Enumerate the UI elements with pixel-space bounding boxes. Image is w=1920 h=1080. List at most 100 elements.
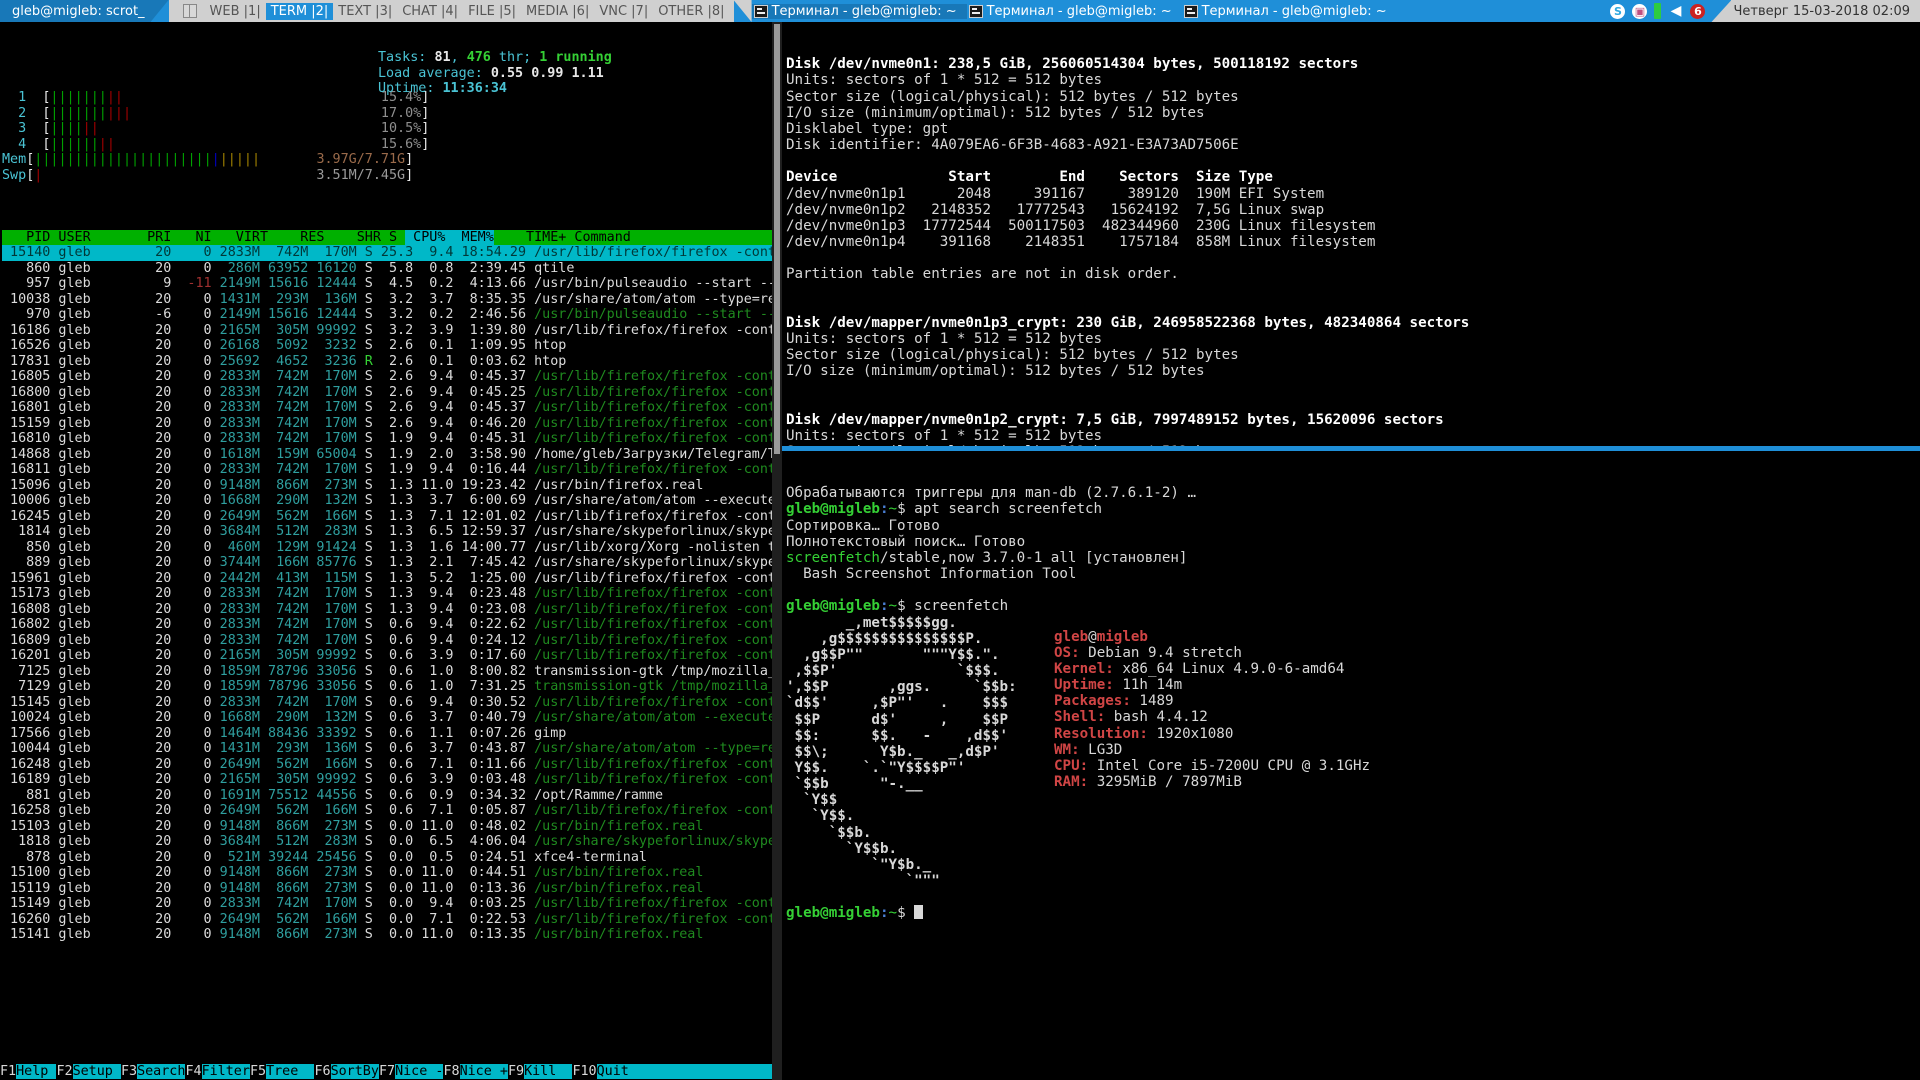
process-virt: 286M [211, 260, 260, 276]
workspace-8[interactable]: OTHER |8| [653, 3, 729, 20]
htop-function-key-bar[interactable]: F1Help F2Setup F3SearchF4FilterF5Tree F6… [0, 1063, 772, 1080]
fkey-help-label[interactable]: Help [16, 1064, 57, 1079]
workspace-2[interactable]: TERM |2| [265, 2, 334, 20]
taskbar-window-2[interactable]: Терминал - gleb@migleb: ~ [967, 4, 1182, 19]
fkey-number[interactable]: F1 [0, 1064, 17, 1079]
fkey-number[interactable]: F2 [56, 1064, 73, 1079]
htop-process-row[interactable]: 15149 gleb 20 0 2833M 742M 170M S 0.0 9.… [2, 896, 772, 912]
htop-process-row[interactable]: 889 gleb 20 0 3744M 166M 85776 S 1.3 2.1… [2, 555, 772, 571]
htop-process-row[interactable]: 16805 gleb 20 0 2833M 742M 170M S 2.6 9.… [2, 369, 772, 385]
htop-process-row[interactable]: 17566 gleb 20 0 1464M 88436 33392 S 0.6 … [2, 726, 772, 742]
fkey-number[interactable]: F5 [249, 1064, 267, 1079]
htop-process-row[interactable]: 16245 gleb 20 0 2649M 562M 166M S 1.3 7.… [2, 509, 772, 525]
htop-process-row[interactable]: 15096 gleb 20 0 9148M 866M 273M S 1.3 11… [2, 478, 772, 494]
fkey-number[interactable]: F10 [572, 1064, 597, 1079]
process-ni: 0 [171, 415, 212, 431]
taskbar-window-1[interactable]: Терминал - gleb@migleb: ~ [751, 3, 967, 19]
workspace-5[interactable]: FILE |5| [463, 3, 521, 20]
htop-process-row[interactable]: 15159 gleb 20 0 2833M 742M 170M S 2.6 9.… [2, 416, 772, 432]
fkey-nice +-label[interactable]: Nice + [459, 1064, 508, 1079]
htop-process-row[interactable]: 15103 gleb 20 0 9148M 866M 273M S 0.0 11… [2, 819, 772, 835]
process-cpu: 0.6 [372, 803, 414, 818]
process-user: gleb [50, 865, 140, 880]
htop-process-row[interactable]: 7125 gleb 20 0 1859M 78796 33056 S 0.6 1… [2, 664, 772, 680]
htop-process-row[interactable]: 10044 gleb 20 0 1431M 293M 136M S 0.6 3.… [2, 741, 772, 757]
workspace-3[interactable]: TEXT |3| [333, 3, 397, 20]
image-viewer-icon[interactable]: ▣ [1632, 3, 1648, 19]
htop-process-row[interactable]: 7129 gleb 20 0 1859M 78796 33056 S 0.6 1… [2, 679, 772, 695]
htop-process-row[interactable]: 16248 gleb 20 0 2649M 562M 166M S 0.6 7.… [2, 757, 772, 773]
htop-process-row[interactable]: 16811 gleb 20 0 2833M 742M 170M S 1.9 9.… [2, 462, 772, 478]
htop-process-row[interactable]: 15140 gleb 20 0 2833M 742M 170M S 25.3 9… [2, 245, 772, 261]
htop-process-row[interactable]: 860 gleb 20 0 286M 63952 16120 S 5.8 0.8… [2, 261, 772, 277]
workspace-switcher[interactable]: WEB |1| TERM |2| TEXT |3| CHAT |4| FILE |5| M… [168, 0, 734, 22]
htop-process-row[interactable]: 15145 gleb 20 0 2833M 742M 170M S 0.6 9.… [2, 695, 772, 711]
process-time: 0:17.60 [453, 648, 527, 663]
fkey-number[interactable]: F3 [120, 1064, 138, 1079]
process-time: 0:03.62 [453, 353, 527, 369]
htop-process-row[interactable]: 16260 gleb 20 0 2649M 562M 166M S 0.0 7.… [2, 912, 772, 928]
htop-process-row[interactable]: 16189 gleb 20 0 2165M 305M 99992 S 0.6 3… [2, 772, 772, 788]
taskbar-window-3[interactable]: Терминал - gleb@migleb: ~ [1182, 4, 1397, 19]
terminal-fdisk-output[interactable]: Disk /dev/nvme0n1: 238,5 GiB, 2560605143… [782, 22, 1920, 446]
process-pid: 10024 [2, 710, 51, 725]
volume-icon[interactable]: ◀ [1668, 3, 1683, 19]
htop-process-row[interactable]: 16201 gleb 20 0 2165M 305M 99992 S 0.6 3… [2, 648, 772, 664]
fkey-number[interactable]: F6 [314, 1064, 331, 1079]
workspace-6[interactable]: MEDIA |6| [521, 3, 594, 20]
process-mem: 0.1 [413, 353, 454, 369]
terminal-screenfetch-output[interactable]: Обрабатываются триггеры для man-db (2.7.… [782, 451, 1920, 1080]
htop-process-row[interactable]: 16808 gleb 20 0 2833M 742M 170M S 1.3 9.… [2, 602, 772, 618]
htop-process-row[interactable]: 16802 gleb 20 0 2833M 742M 170M S 0.6 9.… [2, 617, 772, 633]
htop-process-row[interactable]: 16800 gleb 20 0 2833M 742M 170M S 2.6 9.… [2, 385, 772, 401]
fkey-tree-label[interactable]: Tree [266, 1064, 315, 1079]
htop-process-row[interactable]: 14868 gleb 20 0 1618M 159M 65004 S 1.9 2… [2, 447, 772, 463]
fkey-search-label[interactable]: Search [137, 1064, 186, 1079]
htop-terminal-panel[interactable]: 1 [||||||||| 15.4%] 2 [|||||||||| 17.0%]… [0, 22, 772, 1080]
fkey-number[interactable]: F4 [185, 1064, 202, 1079]
process-res: 78796 [260, 679, 309, 694]
htop-process-row[interactable]: 1818 gleb 20 0 3684M 512M 283M S 0.0 6.5… [2, 834, 772, 850]
fkey-number[interactable]: F7 [378, 1064, 396, 1079]
workspace-7[interactable]: VNC |7| [594, 3, 653, 20]
skype-icon[interactable]: S [1610, 3, 1626, 19]
fkey-nice --label[interactable]: Nice - [395, 1064, 444, 1079]
htop-process-row[interactable]: 17831 gleb 20 0 25692 4652 3236 R 2.6 0.… [2, 354, 772, 370]
fkey-filter-label[interactable]: Filter [201, 1064, 250, 1079]
fkey-number[interactable]: F8 [443, 1064, 460, 1079]
htop-process-row[interactable]: 16801 gleb 20 0 2833M 742M 170M S 2.6 9.… [2, 400, 772, 416]
htop-process-row[interactable]: 10006 gleb 20 0 1668M 290M 132M S 1.3 3.… [2, 493, 772, 509]
process-time: 2:39.45 [453, 260, 527, 276]
workspace-4[interactable]: CHAT |4| [397, 3, 463, 20]
fkey-kill-label[interactable]: Kill [524, 1064, 573, 1079]
fkey-quit-label[interactable]: Quit [596, 1064, 645, 1079]
system-tray: S ▣ ◀ 6 [1610, 3, 1711, 19]
htop-process-row[interactable]: 970 gleb -6 0 2149M 15616 12444 S 3.2 0.… [2, 307, 772, 323]
htop-process-row[interactable]: 878 gleb 20 0 521M 39244 25456 S 0.0 0.5… [2, 850, 772, 866]
fkey-setup-label[interactable]: Setup [72, 1064, 121, 1079]
htop-process-row[interactable]: 1814 gleb 20 0 3684M 512M 283M S 1.3 6.5… [2, 524, 772, 540]
notification-count-icon[interactable]: 6 [1690, 3, 1706, 19]
htop-process-row[interactable]: 957 gleb 9 -11 2149M 15616 12444 S 4.5 0… [2, 276, 772, 292]
panel-divider-scrollbar[interactable] [772, 22, 782, 1080]
htop-process-row[interactable]: 850 gleb 20 0 460M 129M 91424 S 1.3 1.6 … [2, 540, 772, 556]
htop-process-row[interactable]: 15100 gleb 20 0 9148M 866M 273M S 0.0 11… [2, 865, 772, 881]
htop-process-row[interactable]: 881 gleb 20 0 1691M 75512 44556 S 0.6 0.… [2, 788, 772, 804]
htop-process-row[interactable]: 10024 gleb 20 0 1668M 290M 132M S 0.6 3.… [2, 710, 772, 726]
workspace-1[interactable]: WEB |1| [205, 3, 266, 20]
process-mem: 9.4 [413, 601, 454, 617]
htop-process-table[interactable]: PID USER PRI NI VIRT RES SHR S CPU% MEM%… [2, 229, 772, 943]
battery-icon[interactable] [1654, 3, 1662, 19]
htop-process-row[interactable]: 16526 gleb 20 0 26168 5092 3232 S 2.6 0.… [2, 338, 772, 354]
htop-process-row[interactable]: 15961 gleb 20 0 2442M 413M 115M S 1.3 5.… [2, 571, 772, 587]
fkey-number[interactable]: F9 [507, 1064, 525, 1079]
htop-process-row[interactable]: 15119 gleb 20 0 9148M 866M 273M S 0.0 11… [2, 881, 772, 897]
htop-process-row[interactable]: 16258 gleb 20 0 2649M 562M 166M S 0.6 7.… [2, 803, 772, 819]
htop-process-row[interactable]: 10038 gleb 20 0 1431M 293M 136M S 3.2 3.… [2, 292, 772, 308]
htop-process-row[interactable]: 16809 gleb 20 0 2833M 742M 170M S 0.6 9.… [2, 633, 772, 649]
htop-process-row[interactable]: 15173 gleb 20 0 2833M 742M 170M S 1.3 9.… [2, 586, 772, 602]
fkey-sortby-label[interactable]: SortBy [330, 1064, 379, 1079]
htop-process-row[interactable]: 15141 gleb 20 0 9148M 866M 273M S 0.0 11… [2, 927, 772, 943]
htop-process-row[interactable]: 16186 gleb 20 0 2165M 305M 99992 S 3.2 3… [2, 323, 772, 339]
htop-process-row[interactable]: 16810 gleb 20 0 2833M 742M 170M S 1.9 9.… [2, 431, 772, 447]
